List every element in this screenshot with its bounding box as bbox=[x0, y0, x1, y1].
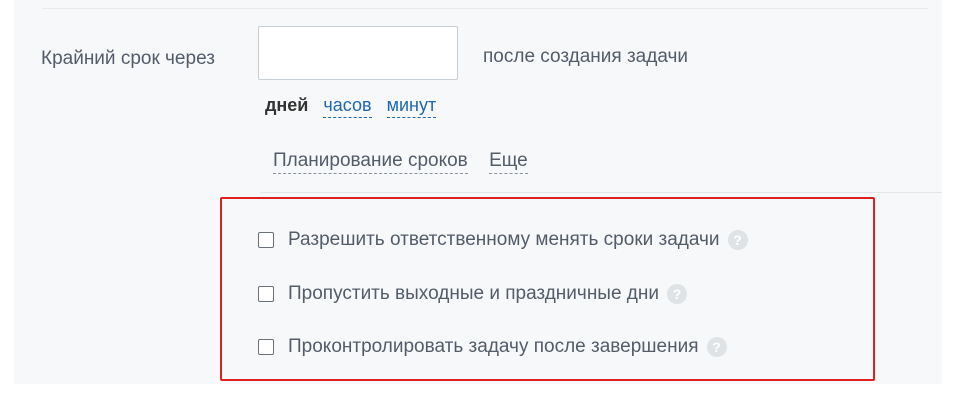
panel-top-divider bbox=[42, 8, 928, 9]
option-label: Проконтролировать задачу после завершени… bbox=[288, 336, 699, 357]
option-label: Пропустить выходные и праздничные дни bbox=[288, 283, 660, 304]
time-unit-switcher: дней часов минут bbox=[265, 95, 446, 118]
extra-links: Планирование сроков Еще bbox=[273, 150, 544, 174]
option-allow-responsible-change-deadline[interactable]: Разрешить ответственному менять сроки за… bbox=[258, 229, 748, 251]
unit-hours[interactable]: часов bbox=[323, 95, 372, 118]
more-link[interactable]: Еще bbox=[489, 150, 528, 174]
help-icon[interactable]: ? bbox=[706, 337, 727, 357]
unit-days[interactable]: дней bbox=[265, 95, 308, 115]
unit-minutes[interactable]: минут bbox=[386, 95, 437, 118]
skip-weekends-checkbox[interactable] bbox=[258, 286, 274, 302]
after-creation-text: после создания задачи bbox=[483, 46, 689, 67]
allow-change-checkbox[interactable] bbox=[258, 232, 274, 248]
option-skip-weekends-holidays[interactable]: Пропустить выходные и праздничные дни ? bbox=[258, 283, 688, 305]
planning-link[interactable]: Планирование сроков bbox=[273, 150, 468, 174]
help-icon[interactable]: ? bbox=[727, 230, 748, 250]
option-label: Разрешить ответственному менять сроки за… bbox=[288, 229, 720, 250]
option-control-after-completion[interactable]: Проконтролировать задачу после завершени… bbox=[258, 336, 727, 358]
deadline-amount-input[interactable] bbox=[258, 26, 458, 80]
control-after-completion-checkbox[interactable] bbox=[258, 339, 274, 355]
section-divider bbox=[260, 192, 942, 193]
deadline-label: Крайний срок через bbox=[41, 48, 215, 69]
help-icon[interactable]: ? bbox=[667, 284, 688, 304]
